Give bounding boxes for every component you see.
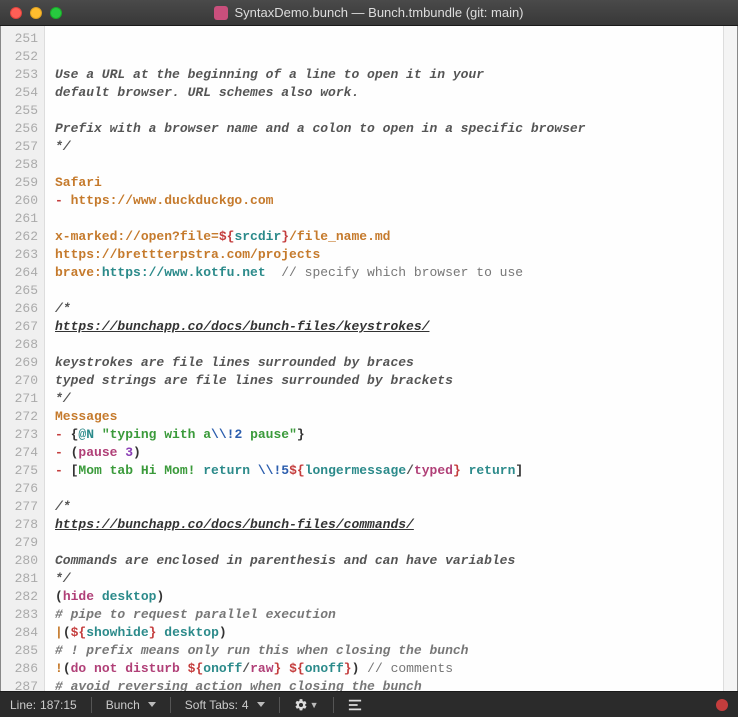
soft-tabs-selector[interactable]: Soft Tabs: 4 [185, 698, 265, 712]
softtabs-label: Soft Tabs: [185, 698, 238, 712]
app-icon [214, 6, 228, 20]
softtabs-value: 4 [242, 698, 249, 712]
divider [279, 697, 280, 713]
divider [170, 697, 171, 713]
settings-button[interactable]: ▼ [294, 698, 319, 712]
code-line: Use a URL at the beginning of a line to … [55, 67, 586, 691]
record-indicator[interactable] [716, 699, 728, 711]
line-label: Line: [10, 698, 36, 712]
window-controls [0, 7, 62, 19]
symbols-icon [348, 698, 362, 712]
symbols-button[interactable] [348, 698, 362, 712]
window-title-wrapper: SyntaxDemo.bunch — Bunch.tmbundle (git: … [0, 5, 738, 20]
divider [333, 697, 334, 713]
status-line-indicator[interactable]: Line: 187:15 [10, 698, 77, 712]
chevron-down-icon: ▼ [310, 700, 319, 710]
code-view[interactable]: Use a URL at the beginning of a line to … [45, 26, 737, 691]
line-value: 187:15 [40, 698, 77, 712]
window-title: SyntaxDemo.bunch — Bunch.tmbundle (git: … [234, 5, 523, 20]
status-bar: Line: 187:15 Bunch Soft Tabs: 4 ▼ [0, 691, 738, 717]
line-number-gutter: 251 252 253 254 255 256 257 258 259 260 … [1, 26, 45, 691]
divider [91, 697, 92, 713]
minimize-button[interactable] [30, 7, 42, 19]
close-button[interactable] [10, 7, 22, 19]
maximize-button[interactable] [50, 7, 62, 19]
vertical-scrollbar[interactable] [723, 26, 737, 691]
gear-icon [294, 698, 308, 712]
editor-area: 251 252 253 254 255 256 257 258 259 260 … [0, 26, 738, 691]
titlebar: SyntaxDemo.bunch — Bunch.tmbundle (git: … [0, 0, 738, 26]
language-selector[interactable]: Bunch [106, 698, 156, 712]
language-label: Bunch [106, 698, 140, 712]
